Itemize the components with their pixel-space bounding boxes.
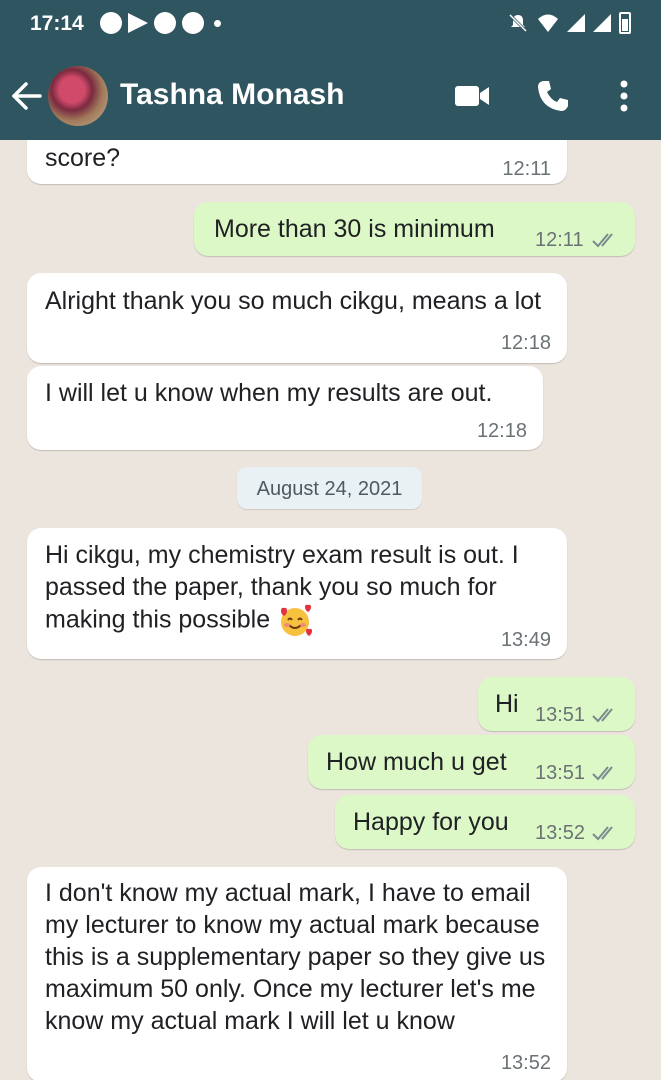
message-text: I don't know my actual mark, I have to e… (45, 879, 546, 1035)
message-outgoing[interactable]: How much u get 13:51 (308, 735, 635, 789)
message-time: 13:51 (535, 762, 586, 784)
message-text: score? (45, 144, 121, 172)
wifi-icon (538, 14, 558, 32)
message-time: 13:49 (500, 629, 551, 651)
signal-icon (567, 14, 585, 32)
notification-icons (100, 12, 221, 34)
read-receipt-icon (592, 708, 613, 723)
status-time: 17:14 (30, 12, 84, 35)
bell-muted-icon (508, 13, 528, 33)
message-text: Alright thank you so much cikgu, means a… (45, 287, 542, 315)
battery-icon (619, 12, 631, 34)
message-text: Hi (495, 690, 519, 718)
message-time: 12:11 (502, 158, 551, 180)
message-text: More than 30 is minimum (214, 215, 495, 243)
smiling-face-with-hearts-icon (281, 604, 313, 636)
status-bar: 17:14 (0, 0, 661, 52)
telegram-icon (128, 13, 148, 33)
message-text: I will let u know when my results are ou… (45, 379, 493, 407)
message-time: 13:51 (535, 704, 586, 726)
message-outgoing[interactable]: Hi 13:51 (478, 677, 635, 731)
chat-notification-icon (100, 12, 122, 34)
read-receipt-icon (592, 233, 613, 248)
message-incoming[interactable]: Hi cikgu, my chemistry exam result is ou… (27, 528, 567, 659)
message-outgoing[interactable]: Happy for you 13:52 (335, 795, 635, 849)
message-text: How much u get (326, 748, 507, 776)
message-outgoing[interactable]: More than 30 is minimum 12:11 (194, 202, 635, 256)
read-receipt-icon (592, 826, 613, 841)
system-icons (507, 12, 631, 34)
chat-area[interactable]: score? 12:11 More than 30 is minimum 12:… (0, 140, 661, 1080)
message-incoming[interactable]: Alright thank you so much cikgu, means a… (27, 273, 567, 363)
message-time: 12:11 (535, 229, 584, 251)
video-call-icon[interactable] (452, 80, 492, 112)
message-time: 12:18 (476, 420, 527, 442)
more-options-icon[interactable] (612, 78, 636, 114)
app-notification-icon (154, 12, 176, 34)
contact-avatar[interactable] (48, 66, 108, 126)
date-divider-label: August 24, 2021 (256, 478, 403, 500)
back-arrow-icon[interactable] (10, 74, 44, 118)
message-text: Hi cikgu, my chemistry exam result is ou… (45, 539, 560, 639)
contact-name[interactable]: Tashna Monash (120, 78, 344, 112)
more-notifications-icon (214, 19, 221, 27)
message-time: 12:18 (500, 332, 551, 354)
message-incoming[interactable]: I will let u know when my results are ou… (27, 366, 543, 450)
read-receipt-icon (592, 766, 613, 781)
chat-header: Tashna Monash (0, 52, 661, 140)
message-text: Happy for you (353, 808, 509, 836)
message-time: 13:52 (500, 1052, 551, 1074)
signal-icon-2 (593, 14, 611, 32)
date-divider: August 24, 2021 (237, 467, 422, 509)
app-notification-icon-2 (182, 12, 204, 34)
message-time: 13:52 (535, 822, 586, 844)
message-incoming[interactable]: score? 12:11 (27, 140, 567, 184)
voice-call-icon[interactable] (535, 78, 571, 114)
message-incoming[interactable]: I don't know my actual mark, I have to e… (27, 867, 567, 1080)
